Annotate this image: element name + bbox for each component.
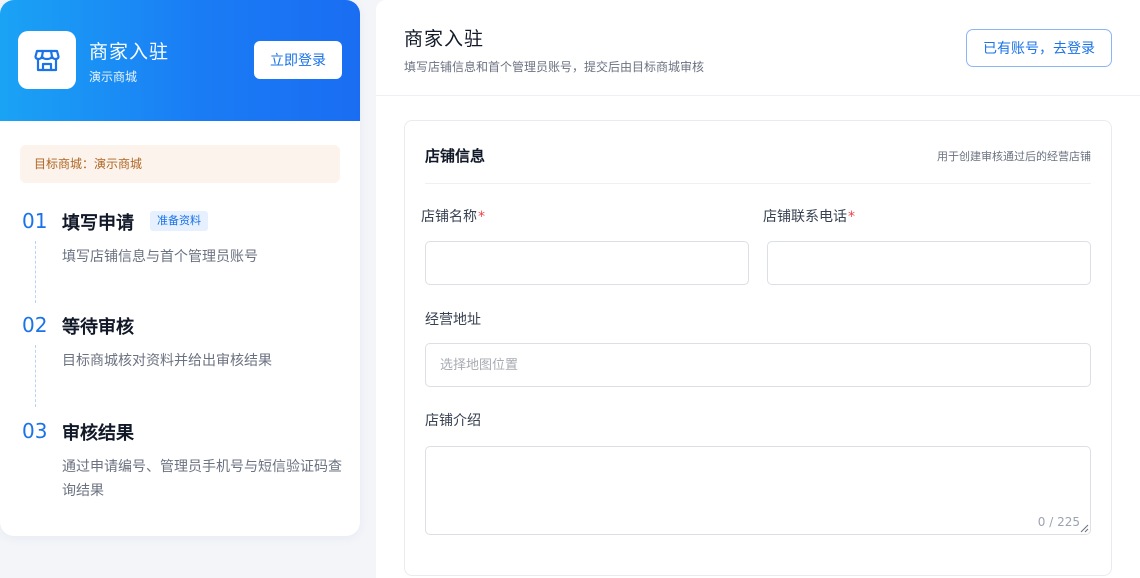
step-description: 填写店铺信息与首个管理员账号 (62, 249, 258, 265)
shop-phone-label-text: 店铺联系电话 (763, 209, 847, 225)
shop-phone-input[interactable] (767, 241, 1091, 285)
onboarding-sidebar: 商家入驻 演示商城 立即登录 目标商城：演示商城 01 填写申请 准备资料 填写… (0, 0, 360, 536)
go-login-button[interactable]: 已有账号，去登录 (966, 29, 1112, 67)
brand-subtitle: 演示商城 (89, 70, 138, 84)
shop-name-label-text: 店铺名称 (421, 209, 477, 225)
step-number: 01 (22, 209, 48, 233)
step-title: 填写申请 (62, 213, 134, 234)
login-now-button[interactable]: 立即登录 (254, 41, 342, 79)
shop-info-section: 店铺信息 用于创建审核通过后的经营店铺 店铺名称* 店铺联系电话* 经营地址 店… (404, 120, 1112, 576)
step-number: 03 (22, 419, 48, 443)
brand-header: 商家入驻 演示商城 立即登录 (0, 0, 360, 121)
char-counter: 0 / 225 (1037, 515, 1080, 529)
address-map-picker-input[interactable] (425, 343, 1091, 387)
page-subtitle: 填写店铺信息和首个管理员账号，提交后由目标商城审核 (404, 60, 705, 74)
section-title: 店铺信息 (425, 147, 486, 165)
shop-name-label: 店铺名称* (421, 206, 485, 226)
step-description: 目标商城核对资料并给出审核结果 (62, 353, 272, 369)
section-divider (425, 183, 1091, 184)
required-mark: * (478, 209, 485, 225)
header-divider (376, 95, 1140, 96)
merchant-onboarding-page: 商家入驻 演示商城 立即登录 目标商城：演示商城 01 填写申请 准备资料 填写… (0, 0, 1140, 578)
shop-name-input[interactable] (425, 241, 749, 285)
application-form-panel: 商家入驻 填写店铺信息和首个管理员账号，提交后由目标商城审核 已有账号，去登录 … (376, 0, 1140, 578)
step-title: 等待审核 (62, 317, 134, 338)
shop-intro-textarea[interactable] (426, 447, 1090, 534)
shop-intro-label: 店铺介绍 (425, 413, 481, 429)
target-mall-notice: 目标商城：演示商城 (20, 145, 340, 183)
step-connector (35, 241, 36, 303)
shop-phone-label: 店铺联系电话* (763, 206, 855, 226)
brand-title: 商家入驻 (89, 41, 170, 63)
step-description: 通过申请编号、管理员手机号与短信验证码查询结果 (62, 459, 342, 499)
resize-grip-icon[interactable] (1080, 524, 1089, 533)
storefront-icon (34, 49, 60, 72)
page-title: 商家入驻 (404, 28, 485, 50)
step-number: 02 (22, 313, 48, 337)
step-title: 审核结果 (62, 423, 134, 444)
required-mark: * (848, 209, 855, 225)
brand-logo (18, 31, 76, 89)
shop-intro-field: 0 / 225 (425, 446, 1091, 535)
address-label: 经营地址 (425, 312, 481, 328)
section-hint: 用于创建审核通过后的经营店铺 (937, 150, 1091, 163)
step-connector (35, 345, 36, 407)
step-status-badge: 准备资料 (150, 211, 208, 231)
